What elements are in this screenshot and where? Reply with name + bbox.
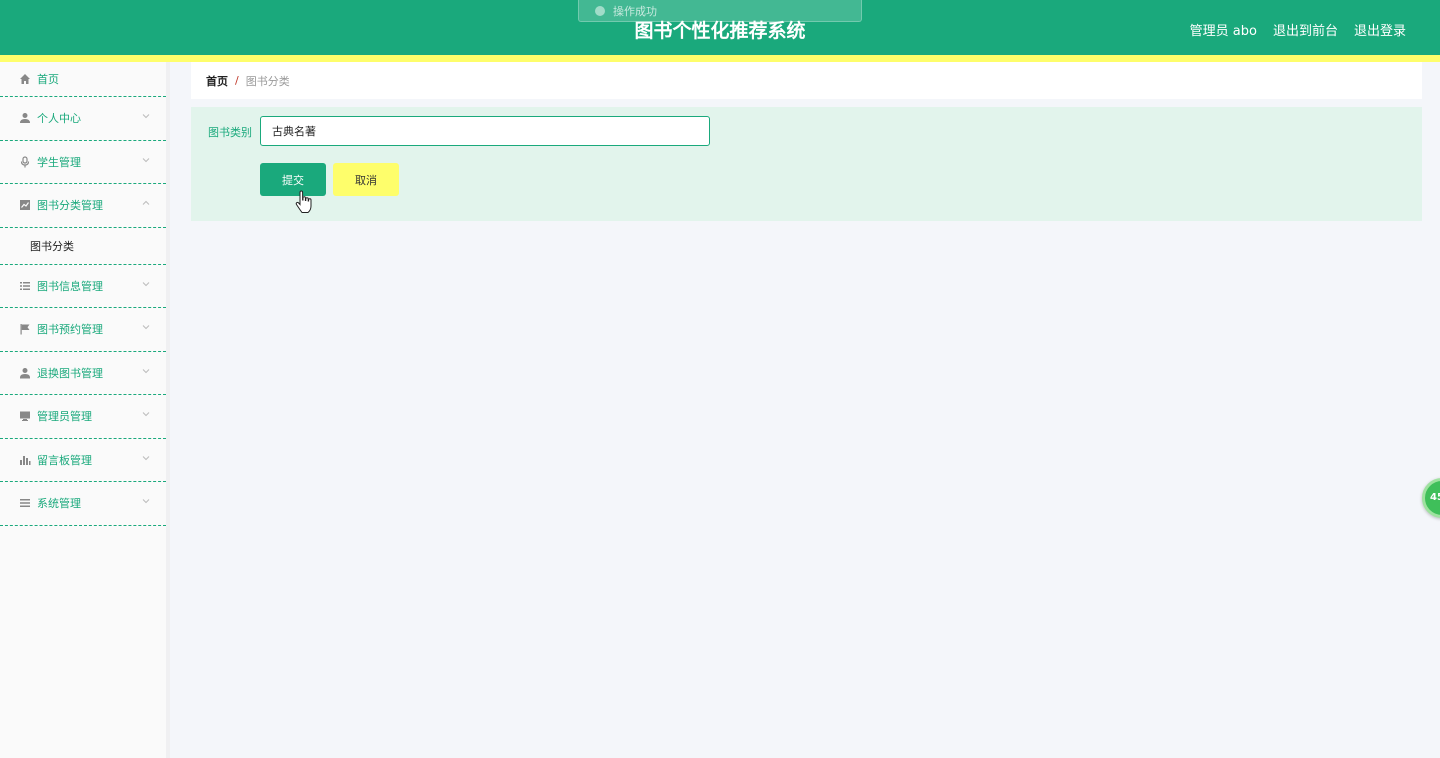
sidebar-item-label: 退换图书管理 [37,366,103,380]
logout-link[interactable]: 退出登录 [1354,20,1406,39]
user-icon [19,112,31,124]
breadcrumb-current: 图书分类 [245,74,290,88]
book-category-input[interactable] [260,116,710,146]
sidebar: 首页 个人中心 学生管理 图书分类管理 图书分类 图书信息管理 图书预约管理 退… [0,62,170,758]
success-icon [595,6,605,16]
bar-chart-icon [19,454,31,466]
sidebar-item-label: 图书预约管理 [37,323,103,337]
microphone-icon [19,156,31,168]
sidebar-subitem-label: 图书分类 [30,239,74,253]
top-header: 操作成功 图书个性化推荐系统 管理员 abo 退出到前台 退出登录 [0,0,1440,62]
sidebar-subitem-book-category[interactable]: 图书分类 [0,228,166,265]
sidebar-item-admin-management[interactable]: 管理员管理 [0,395,166,439]
exit-to-front-link[interactable]: 退出到前台 [1273,20,1338,39]
sidebar-item-label: 系统管理 [37,497,81,511]
chevron-down-icon [142,499,150,504]
submit-button[interactable]: 提交 [260,163,326,196]
breadcrumb-separator: / [235,74,239,87]
chevron-down-icon [142,412,150,417]
category-form: 图书类别 提交 取消 [191,107,1422,221]
sidebar-item-label: 留言板管理 [37,453,92,467]
chart-icon [19,199,31,211]
menu-icon [19,497,31,509]
sidebar-item-label: 图书信息管理 [37,279,103,293]
sidebar-item-label: 管理员管理 [37,410,92,424]
list-icon [19,280,31,292]
sidebar-item-book-reservation-management[interactable]: 图书预约管理 [0,308,166,352]
user-icon [19,367,31,379]
home-icon [19,73,31,85]
chevron-down-icon [142,325,150,330]
header-actions: 管理员 abo 退出到前台 退出登录 [1190,20,1406,39]
chevron-down-icon [142,455,150,460]
monitor-icon [19,410,31,422]
sidebar-item-label: 个人中心 [37,112,81,126]
chevron-down-icon [142,368,150,373]
sidebar-item-label: 图书分类管理 [37,199,103,213]
chevron-down-icon [142,281,150,286]
sidebar-item-book-info-management[interactable]: 图书信息管理 [0,265,166,308]
sidebar-item-student-management[interactable]: 学生管理 [0,141,166,184]
hand-cursor-icon [295,190,312,213]
book-category-label: 图书类别 [208,126,252,139]
sidebar-item-book-category-management[interactable]: 图书分类管理 [0,184,166,228]
floating-counter-text: 45 [1430,492,1440,503]
flag-icon [19,323,31,335]
chevron-up-icon [142,201,150,206]
sidebar-item-message-board-management[interactable]: 留言板管理 [0,439,166,482]
cancel-button[interactable]: 取消 [333,163,399,196]
sidebar-item-label: 首页 [37,73,59,86]
sidebar-item-system-management[interactable]: 系统管理 [0,482,166,526]
breadcrumb-home-link[interactable]: 首页 [206,73,228,89]
chevron-down-icon [142,114,150,119]
chevron-down-icon [142,157,150,162]
sidebar-item-book-return-management[interactable]: 退换图书管理 [0,352,166,395]
admin-user-label: 管理员 abo [1189,24,1257,39]
sidebar-item-home[interactable]: 首页 [0,62,166,97]
sidebar-item-personal-center[interactable]: 个人中心 [0,97,166,141]
breadcrumb: 首页 / 图书分类 [191,62,1422,99]
floating-counter-badge[interactable]: 45 [1422,478,1440,518]
sidebar-item-label: 学生管理 [37,155,81,169]
